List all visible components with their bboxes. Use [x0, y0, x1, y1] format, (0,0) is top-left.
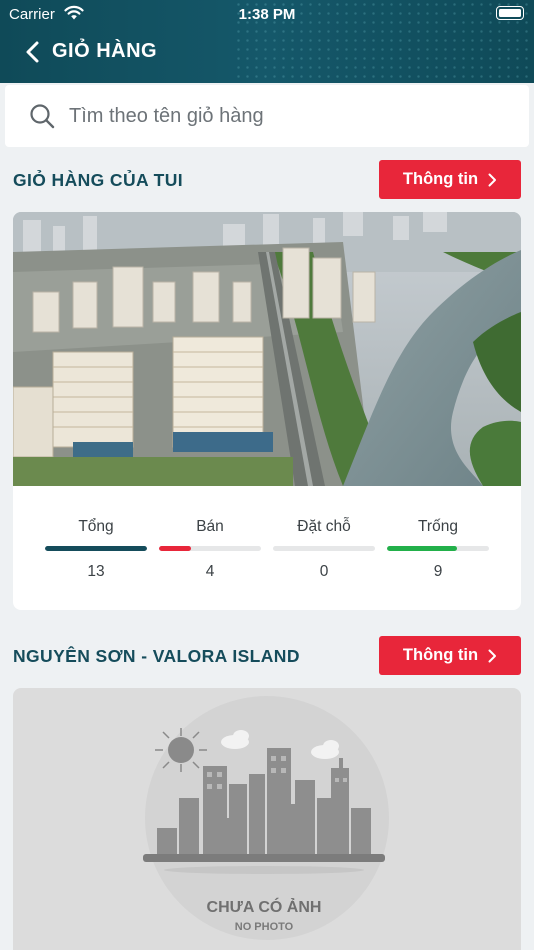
battery-icon [496, 6, 524, 20]
chevron-right-icon [488, 649, 497, 662]
info-button[interactable]: Thông tin [379, 636, 521, 675]
info-button-label: Thông tin [402, 170, 479, 188]
project-card[interactable]: CHƯA CÓ ẢNH NO PHOTO [13, 688, 521, 950]
stat-fill [45, 546, 147, 551]
stat-fill [387, 546, 458, 551]
stats-panel: Tổng 13 Bán 4 Đặt chỗ 0 Trống 9 [13, 486, 521, 610]
stat-value: 4 [205, 563, 215, 580]
stat-value: 13 [87, 563, 105, 580]
stat-label: Bán [196, 518, 224, 535]
search-input[interactable] [69, 97, 509, 135]
stat-total: Tổng 13 [45, 518, 147, 581]
project-photo [13, 212, 521, 486]
stat-fill [159, 546, 191, 551]
no-photo-title: CHƯA CÓ ẢNH [207, 897, 322, 916]
stat-value: 9 [433, 563, 443, 580]
stat-value: 0 [319, 563, 329, 580]
stat-bar [159, 546, 261, 551]
stat-available: Trống 9 [387, 518, 489, 581]
stat-sold: Bán 4 [159, 518, 261, 581]
stat-label: Trống [418, 518, 458, 535]
stat-label: Đặt chỗ [297, 518, 351, 535]
stat-label: Tổng [78, 518, 114, 535]
no-photo-subtitle: NO PHOTO [235, 921, 294, 933]
info-button-label: Thông tin [402, 646, 479, 664]
stat-bar [387, 546, 489, 551]
project-title: NGUYÊN SƠN - VALORA ISLAND [13, 646, 300, 666]
project-title: GIỎ HÀNG CỦA TUI [13, 170, 184, 190]
page-title: GIỎ HÀNG [52, 40, 158, 62]
info-button[interactable]: Thông tin [379, 160, 521, 199]
search-bar[interactable] [5, 85, 529, 147]
no-photo-illustration: CHƯA CÓ ẢNH NO PHOTO [143, 696, 389, 940]
search-icon [30, 104, 55, 129]
chevron-right-icon [488, 173, 497, 186]
nav-bar: Carrier 1:38 PM GIỎ HÀNG [0, 0, 534, 83]
stat-bar [273, 546, 375, 551]
stat-bar [45, 546, 147, 551]
stat-reserved: Đặt chỗ 0 [273, 518, 375, 581]
status-bar: Carrier 1:38 PM [0, 0, 534, 28]
back-chevron-icon[interactable] [22, 40, 46, 64]
status-time: 1:38 PM [238, 6, 296, 23]
project-card[interactable]: Tổng 13 Bán 4 Đặt chỗ 0 Trống 9 [13, 212, 521, 610]
